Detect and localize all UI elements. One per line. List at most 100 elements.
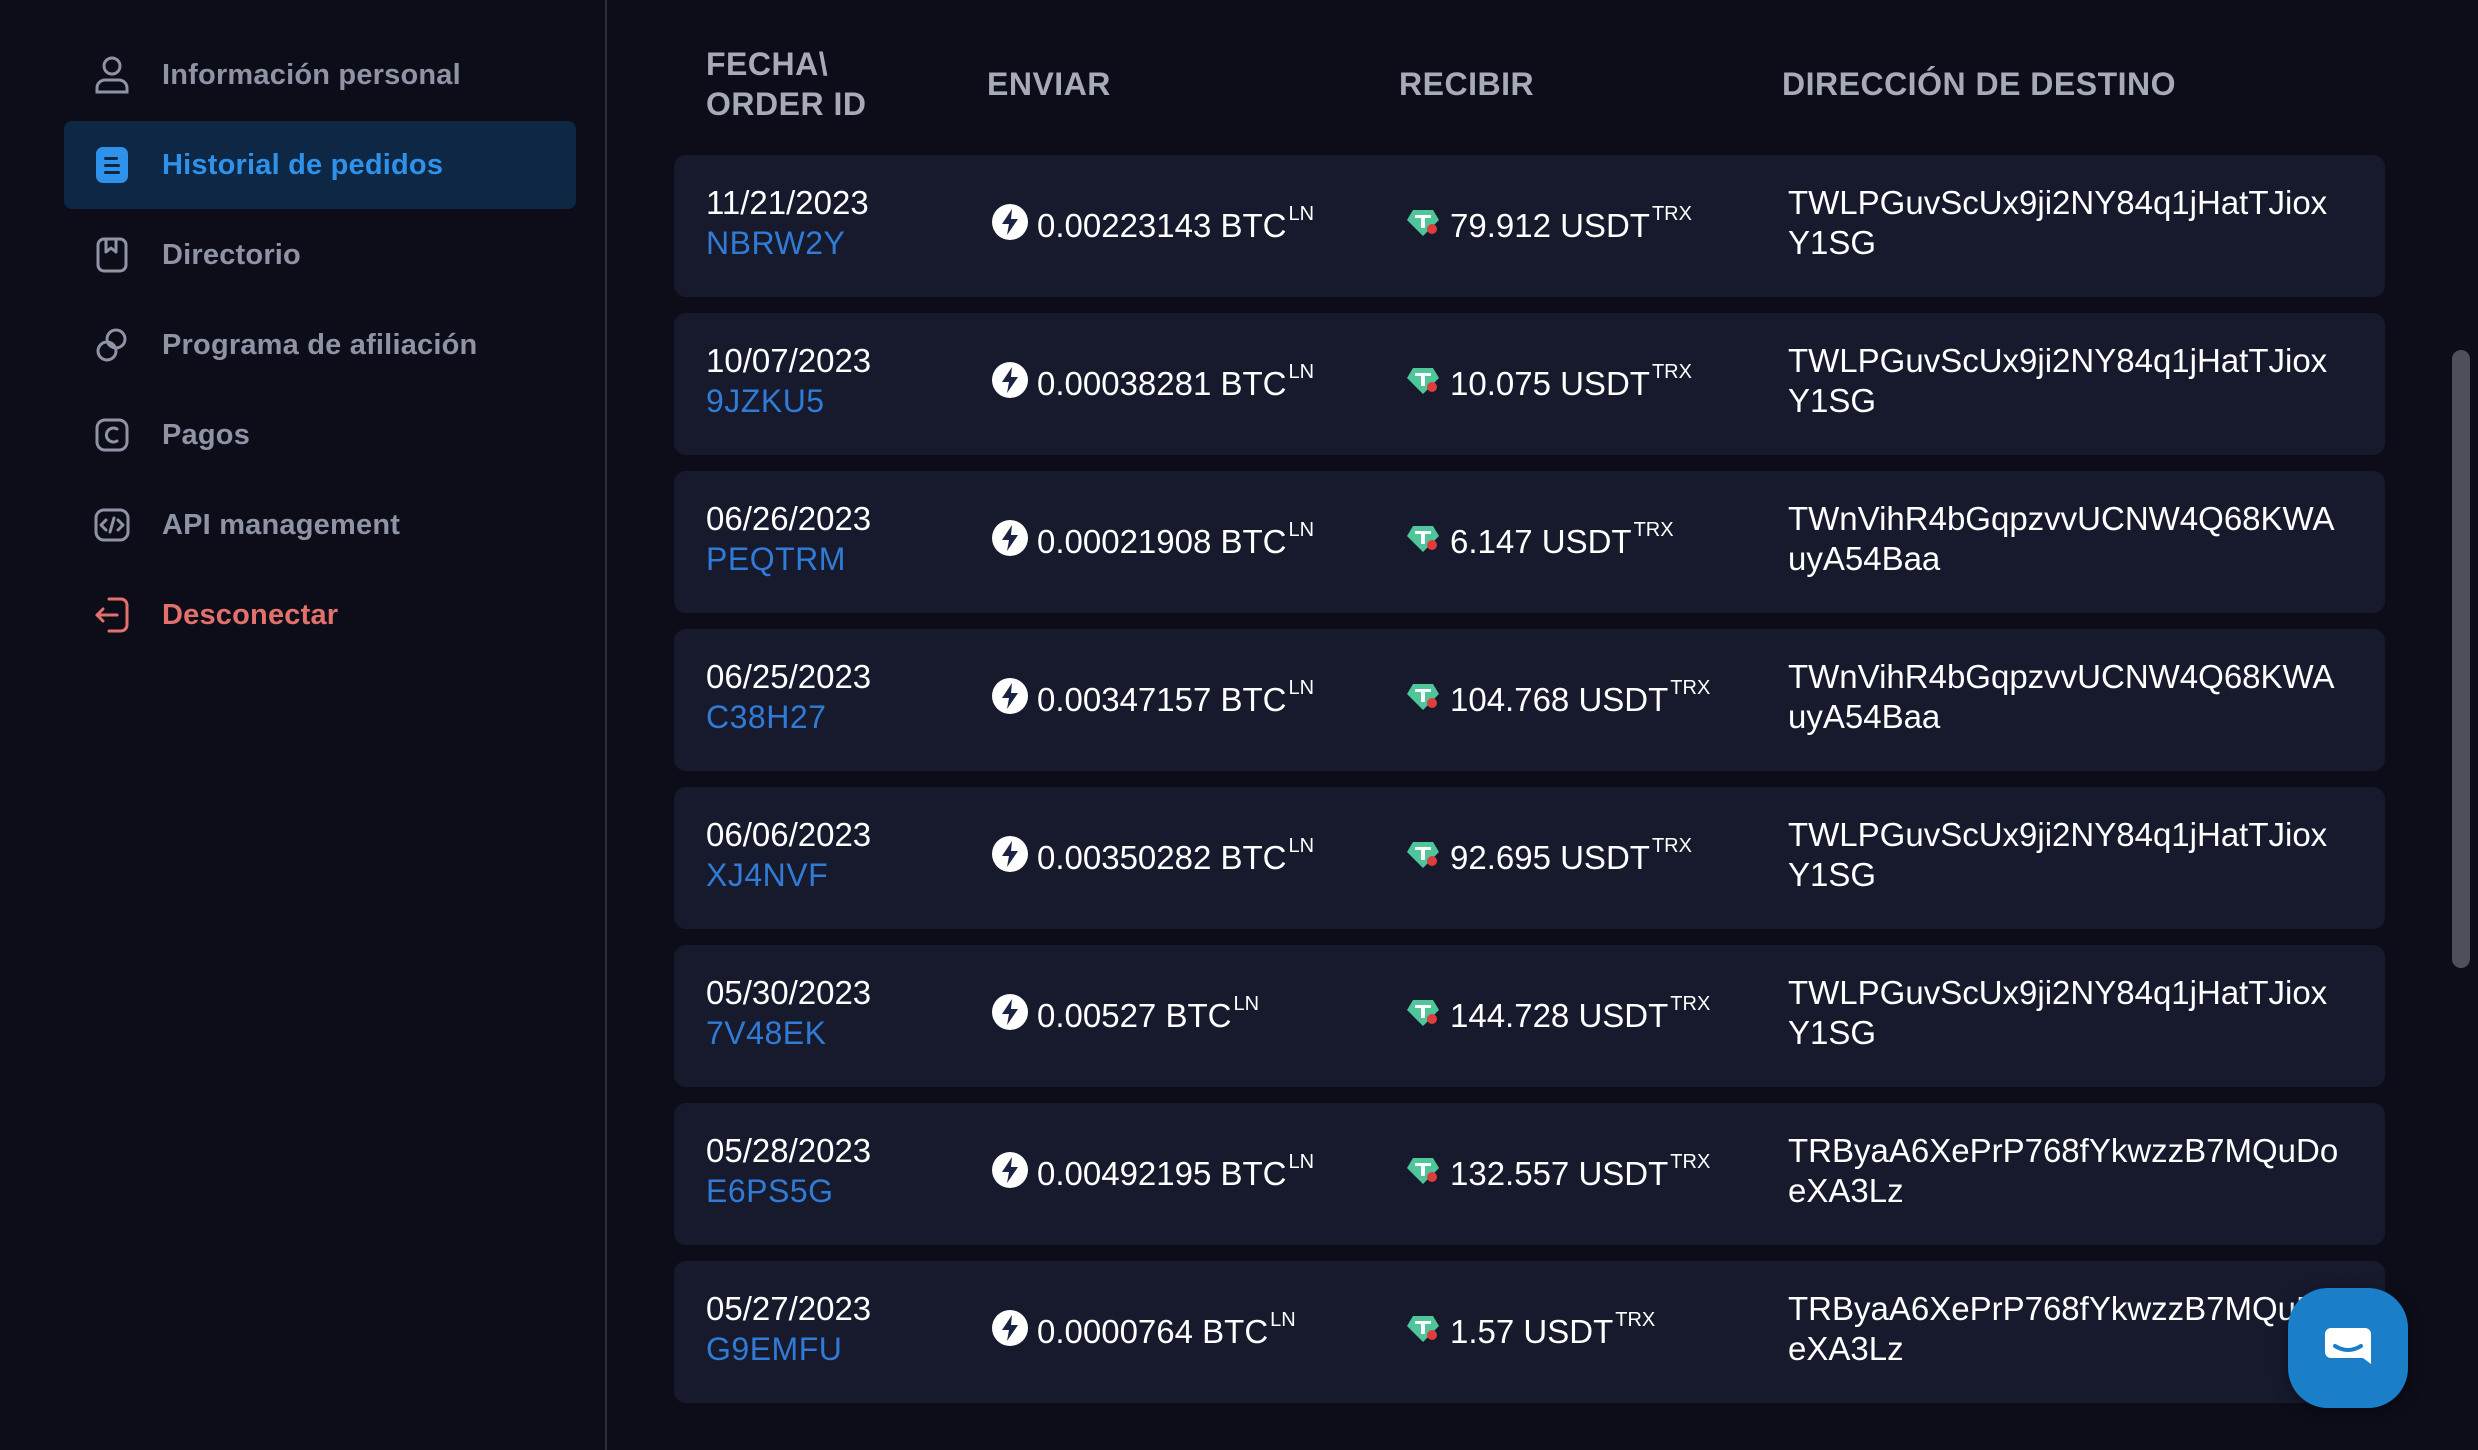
- order-id-link[interactable]: C38H27: [706, 697, 871, 737]
- link-icon: [92, 325, 132, 365]
- order-id-link[interactable]: 9JZKU5: [706, 381, 871, 421]
- sidebar-item-payments[interactable]: Pagos: [64, 391, 576, 479]
- order-id-link[interactable]: PEQTRM: [706, 539, 871, 579]
- send-amount: 0.00350282 BTC: [1037, 839, 1287, 876]
- lightning-icon: [992, 520, 1037, 564]
- column-header-date-order: FECHA\ ORDER ID: [706, 46, 867, 122]
- table-row[interactable]: 06/26/2023 PEQTRM 0.00021908 BTC LN 6.147 US…: [674, 471, 2385, 613]
- receive-amount: 79.912 USDT: [1450, 207, 1650, 244]
- table-row[interactable]: 06/25/2023 C38H27 0.00347157 BTC LN 104.768 …: [674, 629, 2385, 771]
- order-id-link[interactable]: E6PS5G: [706, 1171, 871, 1211]
- receive-amount: 6.147 USDT: [1450, 523, 1632, 560]
- send-amount-cell: 0.00223143 BTC LN: [992, 155, 1314, 297]
- receive-amount-cell: 144.728 USDT TRX: [1405, 945, 1710, 1087]
- date-order-cell: 06/06/2023 XJ4NVF: [706, 815, 871, 895]
- lightning-icon: [992, 362, 1037, 406]
- order-id-link[interactable]: 7V48EK: [706, 1013, 871, 1053]
- lightning-icon: [992, 204, 1037, 248]
- chat-widget-button[interactable]: [2288, 1288, 2408, 1408]
- lightning-icon: [992, 1310, 1037, 1354]
- sidebar-item-api[interactable]: API management: [64, 481, 576, 569]
- table-row[interactable]: 11/21/2023 NBRW2Y 0.00223143 BTC LN 79.912 U…: [674, 155, 2385, 297]
- destination-address: TRByaA6XePrP768fYkwzzB7MQuDoeXA3Lz: [1788, 1132, 2339, 1209]
- scrollbar-thumb[interactable]: [2452, 350, 2470, 968]
- table-row[interactable]: 10/07/2023 9JZKU5 0.00038281 BTC LN 10.075 U…: [674, 313, 2385, 455]
- receive-amount-cell: 104.768 USDT TRX: [1405, 629, 1710, 771]
- sidebar-item-label: Programa de afiliación: [162, 328, 478, 361]
- send-amount: 0.00021908 BTC: [1037, 523, 1287, 560]
- receive-amount-cell: 132.557 USDT TRX: [1405, 1103, 1710, 1245]
- send-amount: 0.00527 BTC: [1037, 997, 1232, 1034]
- send-amount: 0.00347157 BTC: [1037, 681, 1287, 718]
- lightning-icon: [992, 994, 1037, 1038]
- chat-bubble-icon: [2323, 1326, 2373, 1371]
- date-order-cell: 05/30/2023 7V48EK: [706, 973, 871, 1053]
- order-date: 06/26/2023: [706, 500, 872, 537]
- receive-amount: 144.728 USDT: [1450, 997, 1669, 1034]
- table-row[interactable]: 05/28/2023 E6PS5G 0.00492195 BTC LN 132.557 …: [674, 1103, 2385, 1245]
- date-order-cell: 06/25/2023 C38H27: [706, 657, 871, 737]
- order-date: 11/21/2023: [706, 184, 869, 221]
- send-amount-cell: 0.00021908 BTC LN: [992, 471, 1314, 613]
- sidebar-item-personal-info[interactable]: Información personal: [64, 31, 576, 119]
- sidebar-item-affiliate[interactable]: Programa de afiliación: [64, 301, 576, 389]
- receive-amount: 92.695 USDT: [1450, 839, 1650, 876]
- sidebar-item-directory[interactable]: Directorio: [64, 211, 576, 299]
- table-row[interactable]: 05/30/2023 7V48EK 0.00527 BTC LN 144.728 USD…: [674, 945, 2385, 1087]
- logout-icon: [92, 595, 132, 635]
- lightning-icon: [992, 678, 1037, 722]
- document-icon: [92, 145, 132, 185]
- sidebar-item-label: Historial de pedidos: [162, 148, 444, 181]
- receive-network: TRX: [1615, 1308, 1656, 1331]
- order-id-link[interactable]: NBRW2Y: [706, 223, 869, 263]
- date-order-cell: 06/26/2023 PEQTRM: [706, 499, 871, 579]
- send-network: LN: [1288, 360, 1315, 383]
- column-header-receive: RECIBIR: [1399, 66, 1535, 102]
- table-row[interactable]: 06/06/2023 XJ4NVF 0.00350282 BTC LN 92.695 U…: [674, 787, 2385, 929]
- code-icon: [92, 505, 132, 545]
- tether-icon: [1405, 204, 1450, 248]
- lightning-icon: [992, 1152, 1037, 1196]
- tether-icon: [1405, 678, 1450, 722]
- order-date: 05/27/2023: [706, 1290, 872, 1327]
- send-network: LN: [1270, 1308, 1296, 1331]
- order-id-link[interactable]: XJ4NVF: [706, 855, 871, 895]
- user-icon: [92, 55, 132, 95]
- destination-address: TWLPGuvScUx9ji2NY84q1jHatTJioxY1SG: [1788, 974, 2328, 1051]
- receive-amount-cell: 10.075 USDT TRX: [1405, 313, 1692, 455]
- table-row[interactable]: 05/27/2023 G9EMFU 0.0000764 BTC LN 1.57 USDT…: [674, 1261, 2385, 1403]
- sidebar-item-logout[interactable]: Desconectar: [64, 571, 576, 659]
- receive-amount: 1.57 USDT: [1450, 1313, 1614, 1350]
- payment-icon: [92, 415, 132, 455]
- receive-amount-cell: 1.57 USDT TRX: [1405, 1261, 1655, 1403]
- destination-address: TWLPGuvScUx9ji2NY84q1jHatTJioxY1SG: [1788, 816, 2328, 893]
- receive-amount: 104.768 USDT: [1450, 681, 1669, 718]
- order-id-link[interactable]: G9EMFU: [706, 1329, 871, 1369]
- order-date: 06/25/2023: [706, 658, 872, 695]
- send-amount-cell: 0.00492195 BTC LN: [992, 1103, 1314, 1245]
- send-network: LN: [1288, 676, 1315, 699]
- send-amount-cell: 0.00038281 BTC LN: [992, 313, 1314, 455]
- send-amount-cell: 0.0000764 BTC LN: [992, 1261, 1296, 1403]
- receive-amount: 10.075 USDT: [1450, 365, 1650, 402]
- date-order-cell: 11/21/2023 NBRW2Y: [706, 183, 869, 263]
- receive-amount-cell: 79.912 USDT TRX: [1405, 155, 1692, 297]
- tether-icon: [1405, 1152, 1450, 1196]
- column-header-address: DIRECCIÓN DE DESTINO: [1782, 66, 2177, 102]
- date-order-cell: 05/28/2023 E6PS5G: [706, 1131, 871, 1211]
- sidebar: Información personal Historial de pedido…: [0, 0, 607, 1450]
- sidebar-item-order-history[interactable]: Historial de pedidos: [64, 121, 576, 209]
- send-network: LN: [1288, 202, 1315, 225]
- tether-icon: [1405, 520, 1450, 564]
- receive-network: TRX: [1651, 202, 1692, 225]
- destination-address: TWLPGuvScUx9ji2NY84q1jHatTJioxY1SG: [1788, 184, 2328, 261]
- order-date: 10/07/2023: [706, 342, 872, 379]
- send-amount-cell: 0.00350282 BTC LN: [992, 787, 1314, 929]
- receive-network: TRX: [1651, 360, 1692, 383]
- order-date: 05/28/2023: [706, 1132, 872, 1169]
- table-header: FECHA\ ORDER ID ENVIAR RECIBIR DIRECCIÓN…: [607, 0, 2387, 150]
- destination-address: TWnVihR4bGqpzvvUCNW4Q68KWAuyA54Baa: [1788, 658, 2335, 735]
- date-order-cell: 05/27/2023 G9EMFU: [706, 1289, 871, 1369]
- send-amount-cell: 0.00347157 BTC LN: [992, 629, 1314, 771]
- order-list: 11/21/2023 NBRW2Y 0.00223143 BTC LN 79.912 U…: [674, 155, 2385, 1419]
